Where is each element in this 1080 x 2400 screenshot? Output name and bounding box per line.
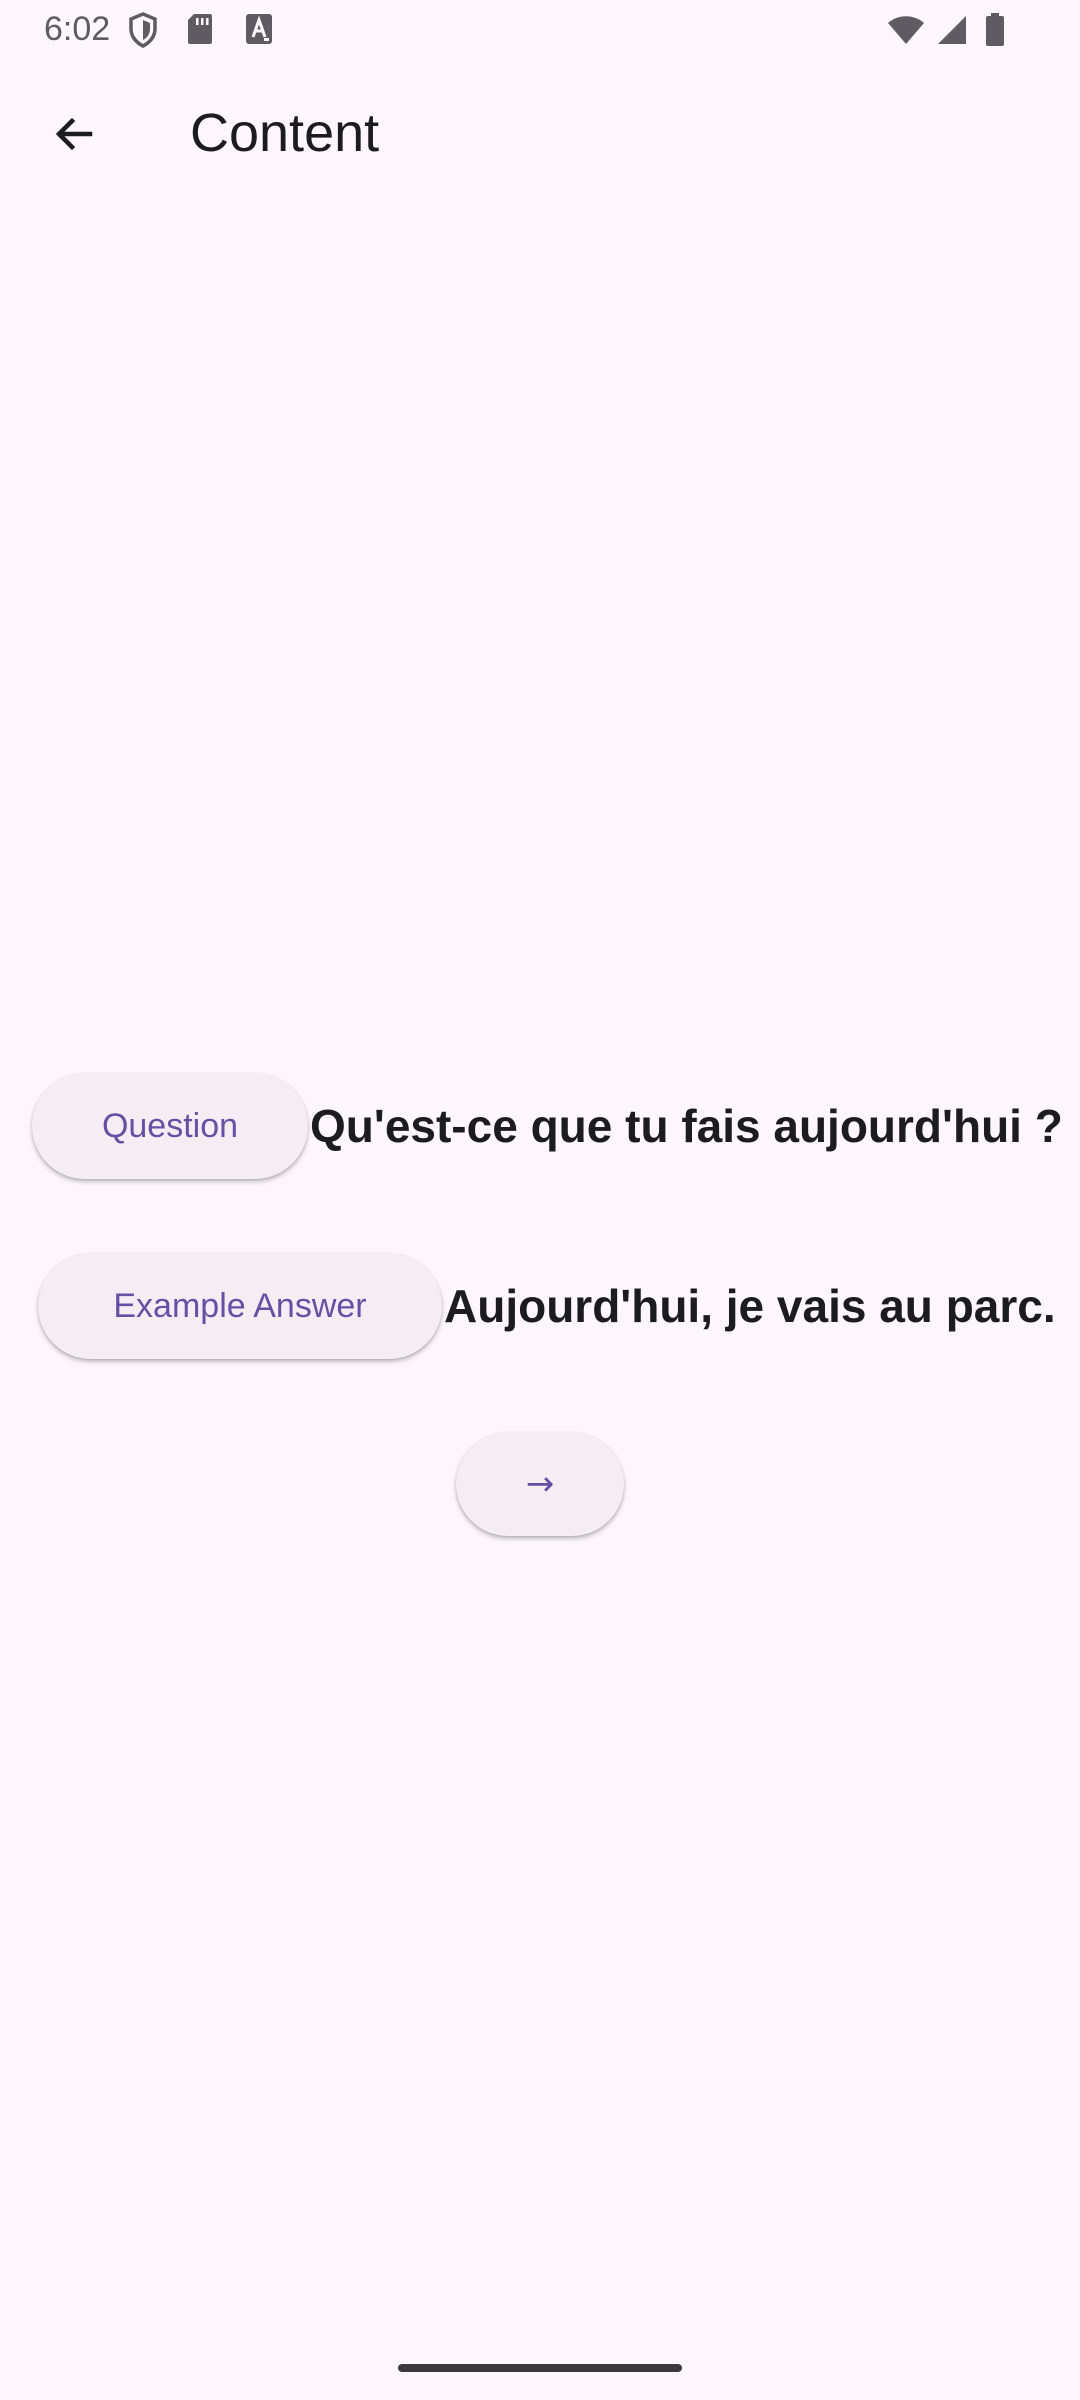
question-text: Qu'est-ce que tu fais aujourd'hui ? bbox=[310, 1100, 1063, 1152]
question-row: Question Qu'est-ce que tu fais aujourd'h… bbox=[0, 1072, 1080, 1180]
back-button[interactable] bbox=[32, 94, 116, 178]
status-bar: 6:02 bbox=[0, 0, 1080, 62]
battery-icon bbox=[984, 12, 1006, 53]
shield-icon bbox=[128, 12, 158, 53]
answer-text: Aujourd'hui, je vais au parc. bbox=[444, 1280, 1056, 1332]
answer-row: Example Answer Aujourd'hui, je vais au p… bbox=[0, 1252, 1080, 1360]
status-time: 6:02 bbox=[44, 10, 111, 48]
example-answer-button[interactable]: Example Answer bbox=[38, 1253, 442, 1359]
home-indicator[interactable] bbox=[398, 2364, 682, 2372]
arrow-back-icon bbox=[50, 110, 98, 163]
page-title: Content bbox=[190, 103, 380, 163]
next-button[interactable]: → bbox=[456, 1432, 624, 1536]
font-a-icon bbox=[244, 12, 274, 51]
app-bar: Content bbox=[0, 62, 1080, 210]
screen: 6:02 Content Question Qu'est-ce que tu f… bbox=[0, 0, 1080, 2400]
sd-card-icon bbox=[186, 12, 214, 51]
signal-icon bbox=[934, 14, 968, 51]
question-button[interactable]: Question bbox=[32, 1073, 308, 1179]
wifi-icon bbox=[886, 14, 926, 51]
